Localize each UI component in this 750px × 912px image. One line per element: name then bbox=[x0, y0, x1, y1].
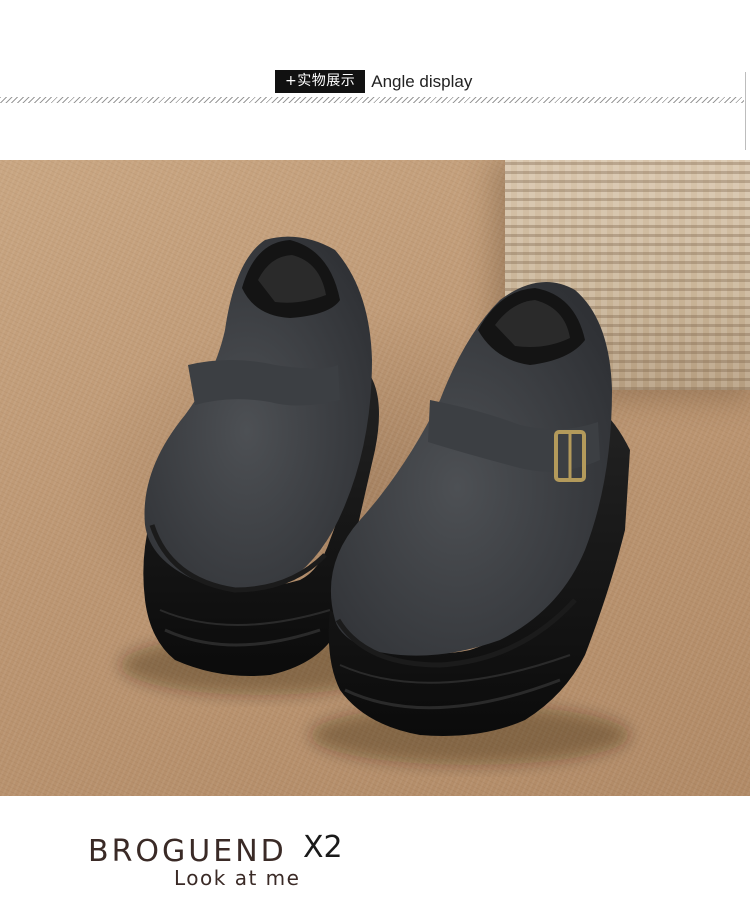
section-title-en: Angle display bbox=[371, 72, 473, 91]
product-photo bbox=[0, 160, 750, 796]
brand-name: BROGUEND bbox=[88, 834, 287, 869]
divider-dashed bbox=[0, 97, 744, 103]
section-title-cn: +实物展示 bbox=[275, 70, 366, 93]
divider-vertical bbox=[745, 72, 750, 150]
section-header: +实物展示 Angle display bbox=[0, 0, 750, 160]
section-title: +实物展示 Angle display bbox=[275, 70, 472, 93]
quantity-label: X2 bbox=[303, 830, 343, 865]
shoes-illustration bbox=[120, 236, 630, 765]
tagline: Look at me bbox=[174, 866, 301, 890]
shoe-right bbox=[328, 282, 630, 736]
